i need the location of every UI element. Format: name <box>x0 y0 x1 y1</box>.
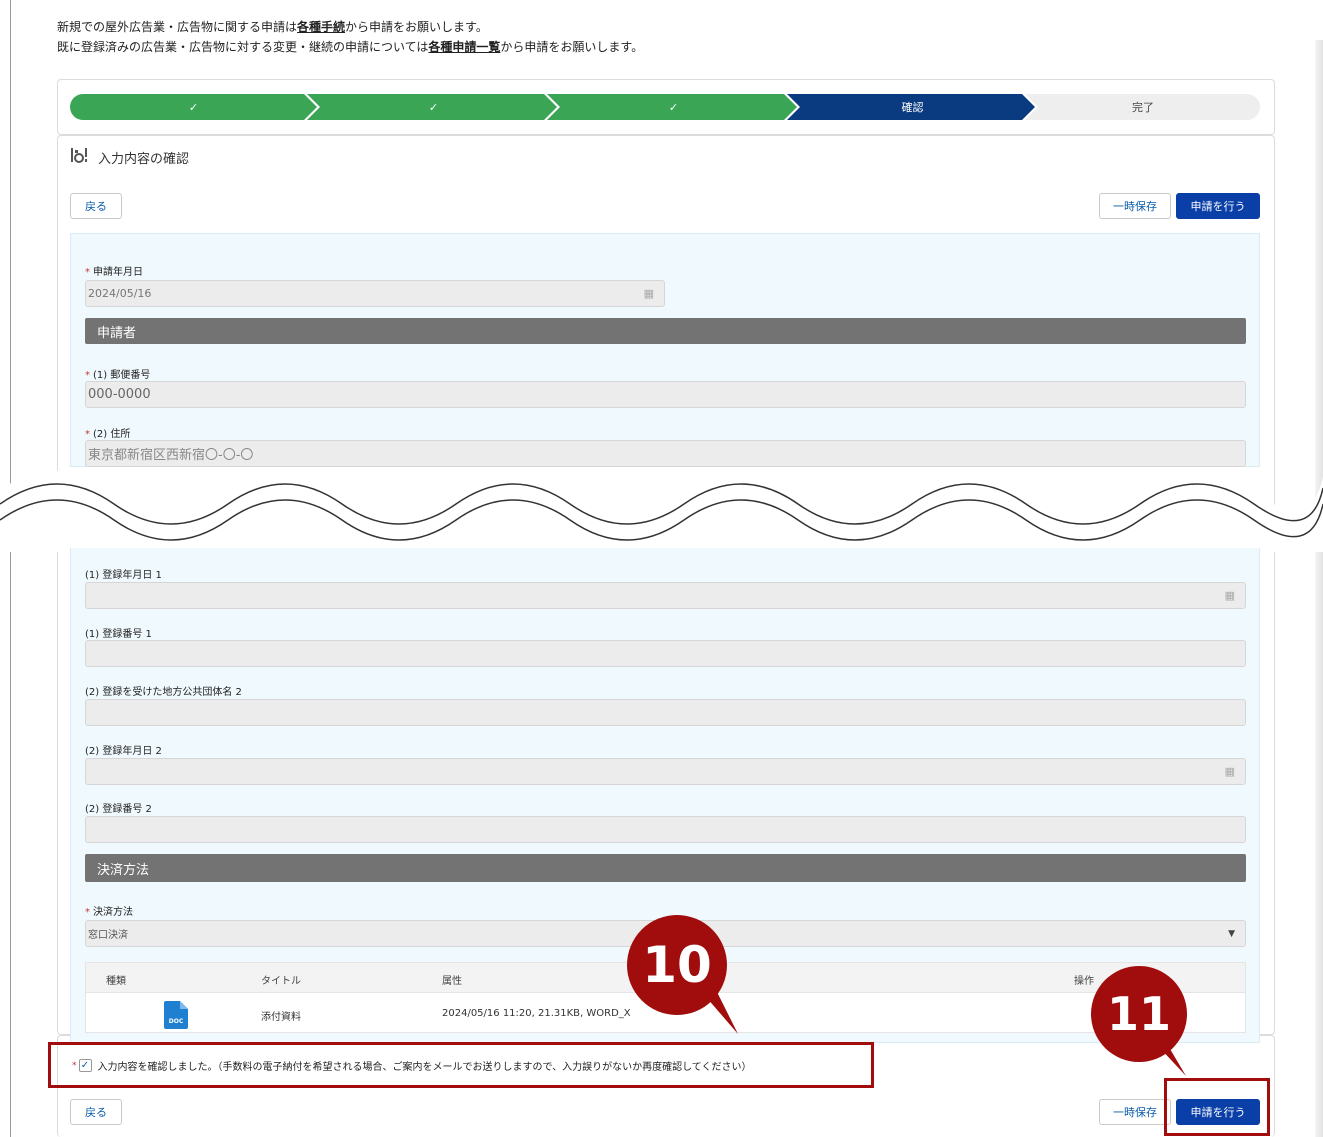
annotation-badge-11: 11 <box>1091 966 1187 1062</box>
annotation-badge-10: 10 <box>627 915 727 1015</box>
